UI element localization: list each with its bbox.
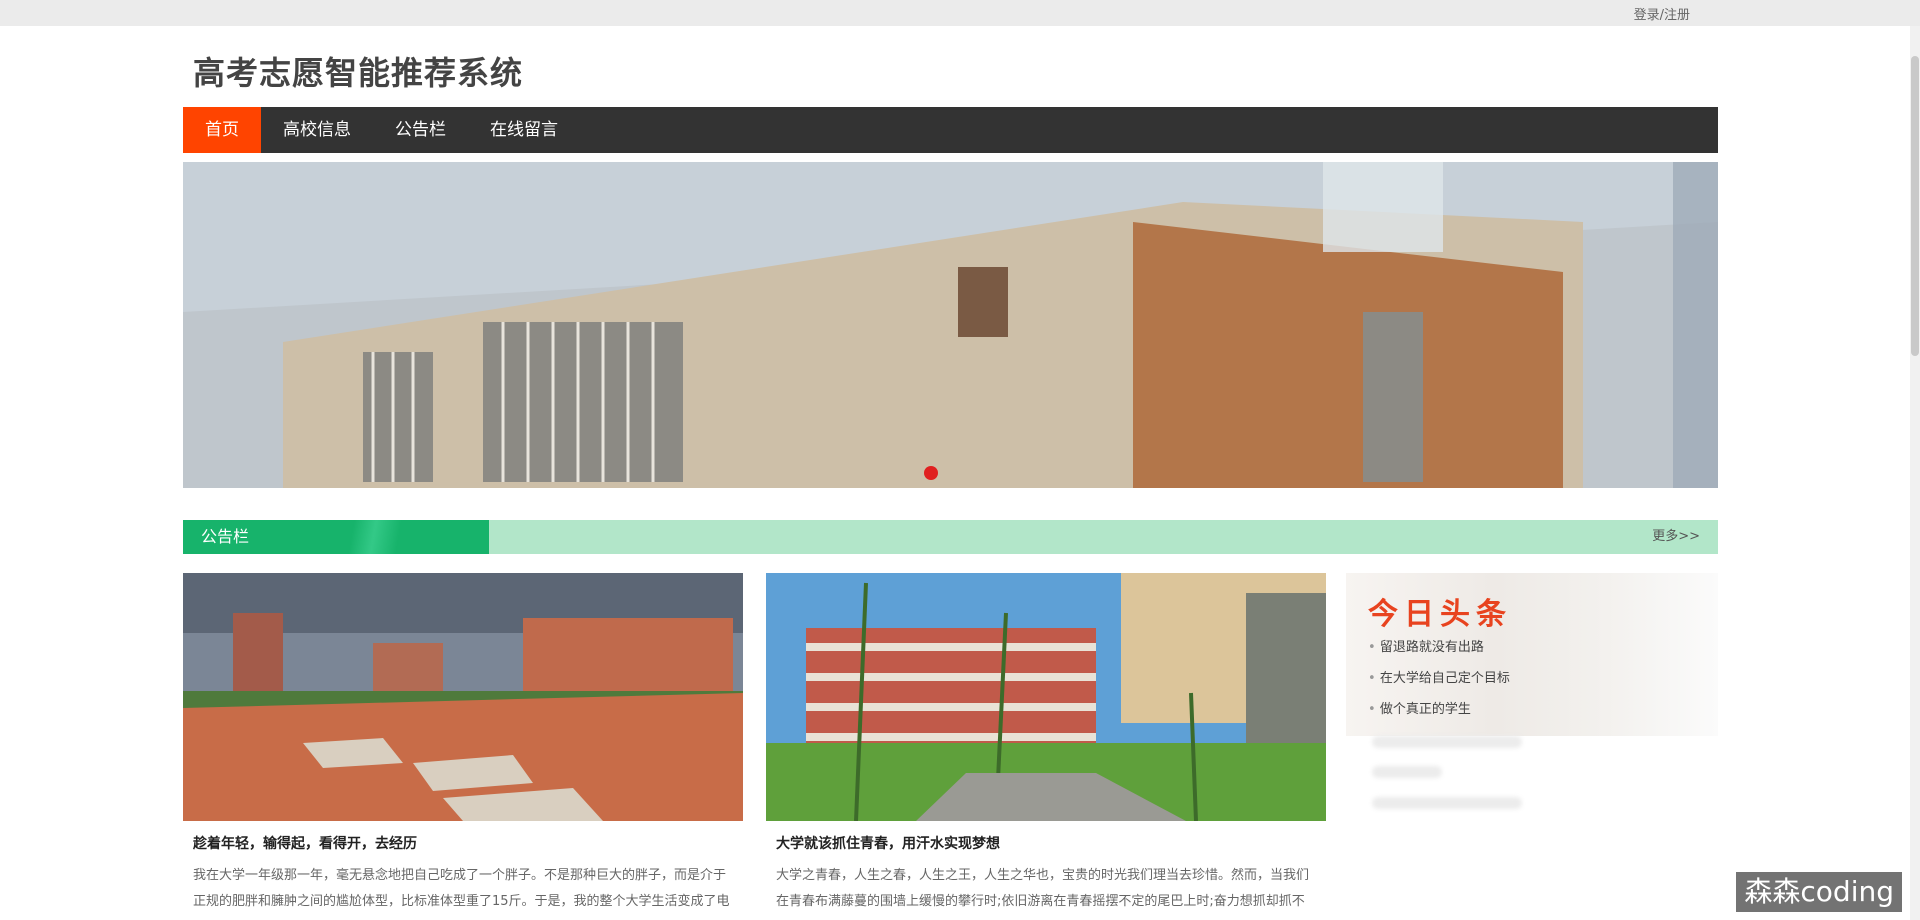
article-card[interactable]: 大学就该抓住青春，用汗水实现梦想 大学之青春，人生之春，人生之王，人生之华也，宝… — [766, 573, 1326, 915]
article-excerpt: 大学之青春，人生之春，人生之王，人生之华也，宝贵的时光我们理当去珍惜。然而，当我… — [776, 868, 1310, 909]
more-link[interactable]: 更多>> — [1652, 520, 1700, 554]
faded-placeholder-line — [1372, 736, 1522, 748]
nav-item-colleges[interactable]: 高校信息 — [261, 107, 373, 153]
article-image[interactable] — [183, 573, 743, 821]
headline-item[interactable]: 在大学给自己定个目标 — [1368, 668, 1510, 699]
headlines-title: 今日头条 — [1368, 597, 1512, 632]
headlines-list: 留退路就没有出路 在大学给自己定个目标 做个真正的学生 — [1368, 637, 1510, 730]
nav-item-notices[interactable]: 公告栏 — [373, 107, 468, 153]
headlines-panel: 今日头条 留退路就没有出路 在大学给自己定个目标 做个真正的学生 — [1346, 573, 1718, 736]
nav-item-messages[interactable]: 在线留言 — [468, 107, 580, 153]
banner-slider[interactable] — [183, 162, 1718, 488]
article-title[interactable]: 趁着年轻，输得起，看得开，去经历 — [183, 833, 743, 853]
article-card[interactable]: 趁着年轻，输得起，看得开，去经历 我在大学一年级那一年，毫无悬念地把自己吃成了一… — [183, 573, 743, 915]
banner-indicator-dot[interactable] — [924, 466, 938, 480]
article-title[interactable]: 大学就该抓住青春，用汗水实现梦想 — [766, 833, 1326, 853]
watermark: 森森coding — [1736, 872, 1902, 912]
notice-section-header: 公告栏 更多>> — [183, 520, 1718, 554]
main-nav: 首页 高校信息 公告栏 在线留言 — [183, 107, 1718, 153]
article-image[interactable] — [766, 573, 1326, 821]
faded-placeholder-line — [1372, 797, 1522, 809]
site-title: 高考志愿智能推荐系统 — [193, 54, 524, 92]
login-register-link[interactable]: 登录/注册 — [1634, 4, 1690, 23]
headline-item[interactable]: 做个真正的学生 — [1368, 699, 1510, 730]
notice-section-title: 公告栏 — [183, 520, 489, 554]
top-bar: 登录/注册 — [0, 0, 1920, 26]
faded-placeholder-line — [1372, 766, 1442, 778]
headline-item[interactable]: 留退路就没有出路 — [1368, 637, 1510, 668]
nav-item-home[interactable]: 首页 — [183, 107, 261, 153]
banner-image — [183, 162, 1718, 488]
scrollbar-track[interactable] — [1910, 26, 1920, 920]
article-excerpt: 我在大学一年级那一年，毫无悬念地把自己吃成了一个胖子。不是那种巨大的胖子，而是介… — [193, 868, 730, 909]
scrollbar-thumb[interactable] — [1911, 56, 1919, 356]
